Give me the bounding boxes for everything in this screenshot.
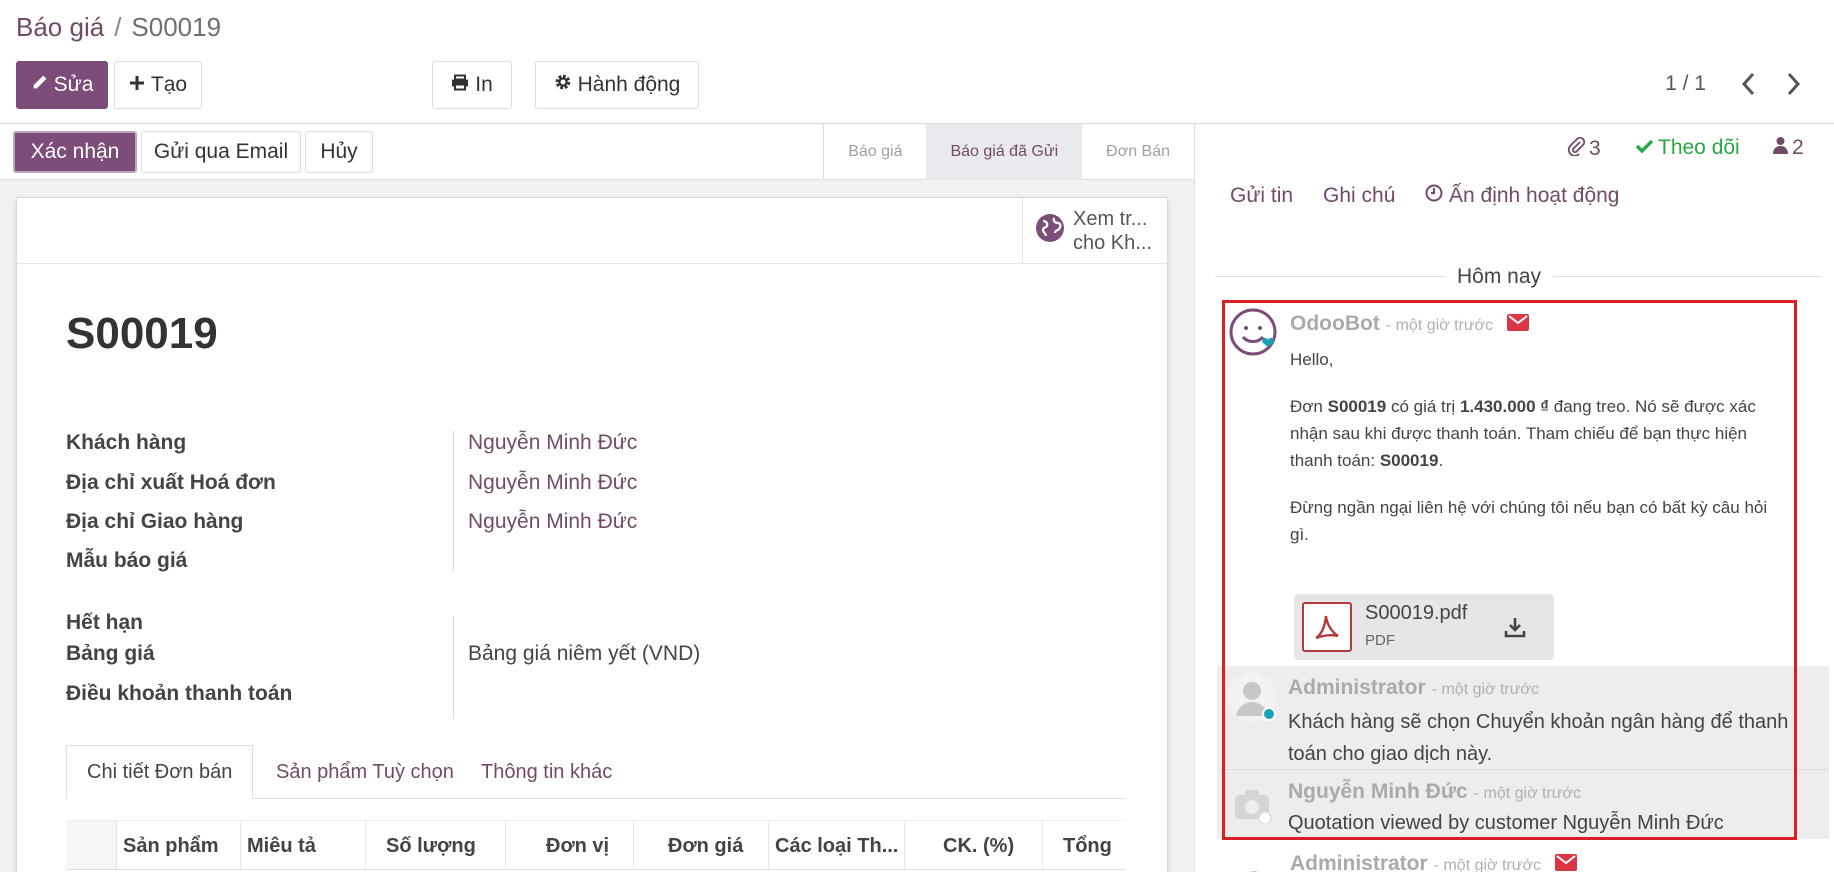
pager-value[interactable]: 1 / 1 — [1665, 72, 1706, 96]
attachments-counter[interactable]: 3 — [1567, 136, 1601, 162]
column-description[interactable]: Miêu tả — [240, 821, 365, 869]
chevron-left-icon[interactable] — [1738, 70, 1760, 98]
edit-button[interactable]: Sửa — [16, 61, 108, 109]
column-unit-price[interactable]: Đơn giá — [633, 821, 768, 869]
user-icon — [1773, 136, 1788, 160]
create-button[interactable]: Tạo — [114, 61, 202, 109]
field-value-customer[interactable]: Nguyễn Minh Đức — [468, 431, 637, 455]
schedule-activity-button[interactable]: Ấn định hoạt động — [1425, 184, 1619, 208]
column-product[interactable]: Sản phẩm — [116, 821, 240, 869]
tab-order-lines[interactable]: Chi tiết Đơn bán — [66, 745, 254, 799]
date-separator-label: Hôm nay — [1445, 265, 1554, 289]
edit-button-label: Sửa — [53, 73, 94, 96]
send-email-button[interactable]: Gửi qua Email — [141, 131, 301, 173]
status-bar: Xác nhận Gửi qua Email Hủy Báo giá Báo g… — [0, 124, 1194, 180]
field-value-invoice-address[interactable]: Nguyễn Minh Đức — [468, 471, 637, 495]
preview-label-line1: Xem tr... — [1073, 208, 1148, 230]
print-button-label: In — [475, 73, 493, 96]
printer-icon — [451, 73, 469, 97]
field-label-delivery-address: Địa chỉ Giao hàng — [66, 510, 244, 533]
notebook-tabs: Chi tiết Đơn bán Sản phẩm Tuỳ chọn Thông… — [66, 745, 1126, 799]
plus-icon — [129, 73, 145, 97]
field-label-customer: Khách hàng — [66, 431, 187, 454]
stage-quotation[interactable]: Báo giá — [824, 124, 926, 180]
follow-label: Theo dõi — [1658, 136, 1740, 159]
log-note-button[interactable]: Ghi chú — [1323, 184, 1395, 208]
column-discount[interactable]: CK. (%) — [904, 821, 1042, 869]
follow-button[interactable]: Theo dõi — [1635, 136, 1740, 160]
followers-counter[interactable]: 2 — [1773, 136, 1804, 160]
breadcrumb-current: S00019 — [131, 12, 222, 42]
field-label-payment-terms: Điều khoản thanh toán — [66, 682, 293, 705]
check-icon — [1635, 136, 1654, 160]
preview-label-line2: cho Kh... — [1073, 232, 1152, 254]
customer-preview-button[interactable]: Xem tr... cho Kh... — [1022, 198, 1167, 264]
button-box: Xem tr... cho Kh... — [17, 198, 1167, 264]
confirm-button[interactable]: Xác nhận — [13, 131, 137, 173]
breadcrumb-parent-link[interactable]: Báo giá — [16, 12, 104, 42]
globe-icon — [1035, 213, 1065, 249]
action-button-label: Hành động — [577, 73, 681, 96]
tab-other-info[interactable]: Thông tin khác — [461, 745, 632, 799]
print-button[interactable]: In — [432, 61, 512, 109]
breadcrumb-separator: / — [114, 12, 122, 42]
message-author[interactable]: Administrator — [1290, 852, 1428, 872]
field-label-expiration: Hết hạn — [66, 611, 144, 634]
breadcrumb: Báo giá / S00019 — [16, 12, 221, 43]
schedule-activity-label: Ấn định hoạt động — [1449, 184, 1620, 207]
administrator-avatar — [1229, 858, 1279, 872]
message-administrator-2: Administrator - một giờ trước — [1219, 846, 1819, 872]
column-total[interactable]: Tổng — [1042, 821, 1126, 869]
column-quantity[interactable]: Số lượng — [365, 821, 505, 869]
pencil-icon — [31, 73, 48, 97]
cancel-button[interactable]: Hủy — [305, 131, 373, 173]
stage-sales-order[interactable]: Đơn Bán — [1082, 124, 1194, 180]
field-label-pricelist: Bảng giá — [66, 642, 155, 665]
order-lines-header: Sản phẩm Miêu tả Số lượng Đơn vị Đơn giá… — [66, 820, 1126, 870]
handle-column — [66, 821, 116, 869]
column-uom[interactable]: Đơn vị — [505, 821, 633, 869]
followers-count: 2 — [1792, 136, 1804, 159]
field-label-quotation-template: Mẫu báo giá — [66, 549, 188, 572]
gear-icon — [554, 73, 572, 97]
envelope-icon — [1554, 852, 1577, 872]
send-message-button[interactable]: Gửi tin — [1230, 184, 1293, 208]
tab-optional-products[interactable]: Sản phẩm Tuỳ chọn — [256, 745, 474, 799]
control-panel: Báo giá / S00019 Sửa Tạo In Hành động 1 / … — [0, 0, 1834, 124]
field-value-pricelist[interactable]: Bảng giá niêm yết (VND) — [468, 642, 700, 666]
create-button-label: Tạo — [150, 73, 188, 96]
form-sheet: Xem tr... cho Kh... S00019 Khách hàng Ng… — [16, 197, 1168, 872]
action-button[interactable]: Hành động — [535, 61, 699, 109]
document-title: S00019 — [66, 309, 218, 358]
stage-pipeline: Báo giá Báo giá đã Gửi Đơn Bán — [823, 124, 1194, 180]
message-time: - một giờ trước — [1433, 857, 1541, 872]
stage-quotation-sent[interactable]: Báo giá đã Gửi — [926, 124, 1083, 180]
field-label-invoice-address: Địa chỉ xuất Hoá đơn — [66, 471, 276, 494]
form-area: Xác nhận Gửi qua Email Hủy Báo giá Báo g… — [0, 124, 1194, 872]
chevron-right-icon[interactable] — [1782, 70, 1804, 98]
highlight-annotation-box — [1222, 300, 1797, 840]
clock-icon — [1425, 184, 1443, 208]
attachments-count: 3 — [1589, 137, 1601, 160]
field-value-delivery-address[interactable]: Nguyễn Minh Đức — [468, 510, 637, 534]
column-taxes[interactable]: Các loại Th... — [768, 821, 904, 869]
paperclip-icon — [1567, 136, 1586, 162]
